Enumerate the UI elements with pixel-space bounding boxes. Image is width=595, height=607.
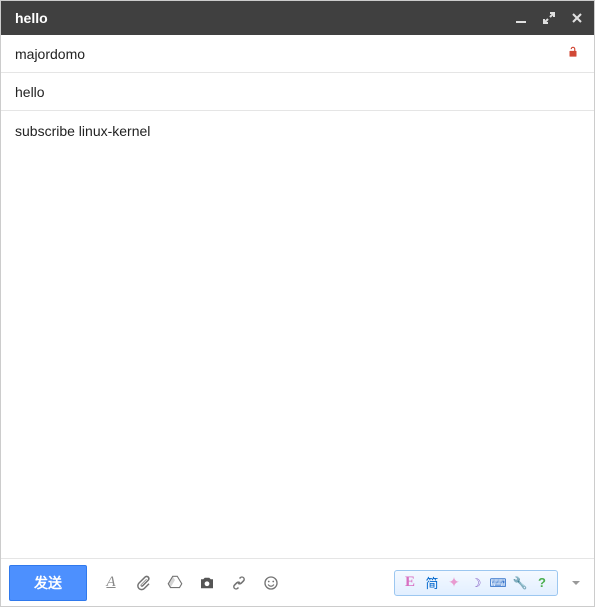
titlebar[interactable]: hello [1, 1, 594, 35]
ime-settings-icon[interactable]: 🔧 [511, 574, 529, 592]
subject-field[interactable] [15, 84, 580, 100]
formatting-icon[interactable]: A [97, 569, 125, 597]
to-field[interactable] [15, 46, 566, 62]
close-icon[interactable] [570, 11, 584, 25]
more-options-icon[interactable] [566, 578, 586, 588]
drive-icon[interactable] [161, 569, 189, 597]
ime-moon-icon[interactable]: ☽ [467, 574, 485, 592]
photo-icon[interactable] [193, 569, 221, 597]
attach-icon[interactable] [129, 569, 157, 597]
subject-field-row[interactable] [1, 73, 594, 111]
ime-help-icon[interactable]: ? [533, 574, 551, 592]
message-body[interactable]: subscribe linux-kernel [1, 111, 594, 558]
compose-toolbar: 发送 A E 简 ✦ ☽ ⌨ 🔧 ? [1, 558, 594, 606]
expand-icon[interactable] [542, 11, 556, 25]
minimize-icon[interactable] [514, 11, 528, 25]
window-title: hello [15, 10, 514, 26]
ime-mode-icon[interactable]: E [401, 574, 419, 592]
emoji-icon[interactable] [257, 569, 285, 597]
titlebar-controls [514, 11, 584, 25]
to-field-row[interactable] [1, 35, 594, 73]
ime-toolbar[interactable]: E 简 ✦ ☽ ⌨ 🔧 ? [394, 570, 558, 596]
compose-window: hello subscribe linux-kernel 发送 A [0, 0, 595, 607]
link-icon[interactable] [225, 569, 253, 597]
lock-icon[interactable] [566, 45, 580, 62]
ime-simplified-icon[interactable]: 简 [423, 574, 441, 592]
ime-keyboard-icon[interactable]: ⌨ [489, 574, 507, 592]
send-button[interactable]: 发送 [9, 565, 87, 601]
ime-skin-icon[interactable]: ✦ [445, 574, 463, 592]
